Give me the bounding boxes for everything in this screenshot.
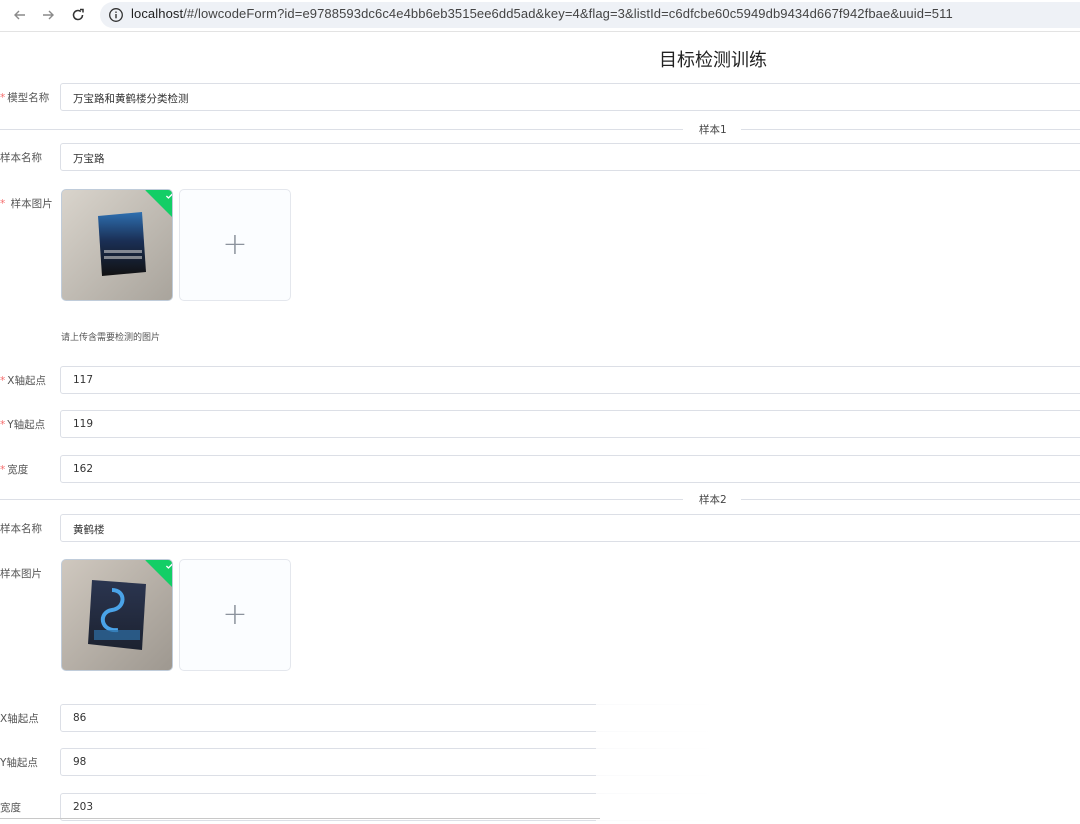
bottom-divider [0, 818, 600, 819]
required-mark: * [0, 92, 6, 104]
x-label: * X轴起点 [0, 375, 46, 387]
model-name-label: * 模型名称 [0, 92, 50, 104]
browser-toolbar: localhost/#/lowcodeForm?id=e9788593dc6c4… [0, 0, 1080, 32]
url-path: /#/lowcodeForm?id=e9788593dc6c4e4bb6eb35… [183, 6, 953, 21]
sample-1-divider: 样本1 [0, 119, 1080, 139]
width-label: 宽度 [0, 802, 21, 814]
model-name-input[interactable]: 万宝路和黄鹤楼分类检测 [60, 83, 1080, 111]
check-icon [165, 563, 172, 569]
sample-2-name-row: 样本名称 黄鹤楼 [0, 514, 1080, 542]
sample-1-x-row: * X轴起点 117 [0, 366, 1080, 394]
plus-icon: + [222, 597, 248, 632]
url-host: localhost [131, 6, 184, 21]
sample-1-y-input[interactable]: 119 [60, 410, 1080, 438]
plus-icon: + [222, 227, 248, 262]
sample-1-upload-button[interactable]: + [179, 189, 291, 301]
sample-2-image-thumbnail[interactable] [61, 559, 173, 671]
y-label: * Y轴起点 [0, 419, 46, 431]
sample-2-image-label: 样本图片 [0, 568, 42, 580]
sample-name-label: 样本名称 [0, 523, 42, 535]
back-arrow-icon[interactable] [8, 3, 32, 27]
width-label: * 宽度 [0, 464, 29, 476]
sample-name-label: 样本名称 [0, 152, 42, 164]
cigarette-pack-photo [62, 560, 172, 670]
sample-1-y-row: * Y轴起点 119 [0, 410, 1080, 438]
forward-arrow-icon[interactable] [36, 3, 60, 27]
sample-2-divider: 样本2 [0, 489, 1080, 509]
sample-1-x-input[interactable]: 117 [60, 366, 1080, 394]
y-label: Y轴起点 [0, 757, 38, 769]
sample-1-width-input[interactable]: 162 [60, 455, 1080, 483]
info-icon[interactable] [108, 7, 124, 23]
sample-1-width-row: * 宽度 162 [0, 455, 1080, 483]
sample-2-upload-button[interactable]: + [179, 559, 291, 671]
sample-1-image-thumbnail[interactable] [61, 189, 173, 301]
sample-1-name-input[interactable]: 万宝路 [60, 143, 1080, 171]
model-name-row: * 模型名称 万宝路和黄鹤楼分类检测 [0, 83, 1080, 111]
sample-1-name-row: 样本名称 万宝路 [0, 143, 1080, 171]
sample-1-image-label: * 样本图片 [0, 198, 53, 210]
address-bar[interactable]: localhost/#/lowcodeForm?id=e9788593dc6c4… [100, 2, 1080, 28]
reload-icon[interactable] [66, 3, 90, 27]
page-title: 目标检测训练 [659, 50, 767, 71]
screenshot-fade-overlay [596, 700, 1080, 824]
url-text: localhost/#/lowcodeForm?id=e9788593dc6c4… [131, 6, 953, 21]
cigarette-pack-photo [62, 190, 172, 300]
sample-2-name-input[interactable]: 黄鹤楼 [60, 514, 1080, 542]
x-label: X轴起点 [0, 713, 39, 725]
upload-hint: 请上传含需要检测的图片 [61, 333, 161, 343]
check-icon [165, 193, 172, 199]
